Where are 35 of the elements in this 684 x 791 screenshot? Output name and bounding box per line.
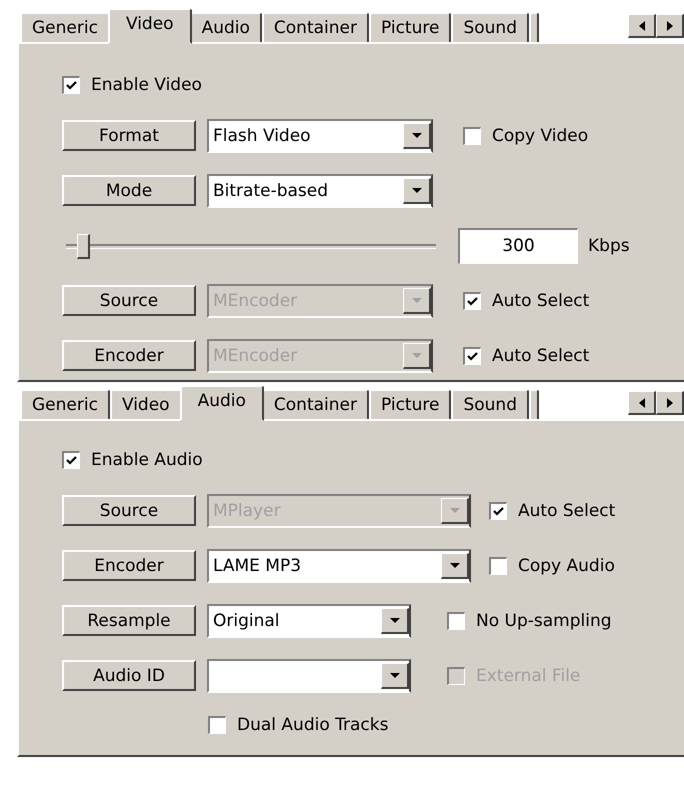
checkbox-label: Dual Audio Tracks xyxy=(237,715,388,735)
tab[interactable]: Audio xyxy=(180,385,264,421)
button[interactable]: Encoder xyxy=(62,550,196,581)
checkbox-label: No Up-sampling xyxy=(476,610,612,630)
checkbox-label: Auto Select xyxy=(492,346,590,366)
button[interactable]: Source xyxy=(62,285,196,316)
tab[interactable]: Generic xyxy=(20,12,110,42)
checkbox-label: Auto Select xyxy=(518,500,616,520)
tab[interactable]: Container xyxy=(262,12,369,42)
tab[interactable]: Picture xyxy=(368,389,452,419)
checkbox-label: Copy Audio xyxy=(518,556,615,576)
tab[interactable]: Video xyxy=(108,8,192,44)
checkbox-label: Enable Audio xyxy=(91,450,203,470)
tab[interactable]: Video xyxy=(110,389,182,419)
button[interactable]: Source xyxy=(62,495,196,526)
button[interactable]: Resample xyxy=(62,605,196,636)
tab[interactable]: Audio xyxy=(190,12,262,42)
checkbox-label: Enable Video xyxy=(91,75,202,95)
dropdown[interactable]: Flash Video xyxy=(207,118,433,152)
tab[interactable]: Sound xyxy=(451,389,529,419)
tab[interactable]: Picture xyxy=(368,12,452,42)
dropdown[interactable]: Bitrate-based xyxy=(207,174,433,208)
button[interactable]: Format xyxy=(62,120,196,151)
button[interactable]: Encoder xyxy=(62,340,196,371)
tab[interactable]: Container xyxy=(262,389,369,419)
bitrate-field[interactable]: 300 xyxy=(458,228,578,264)
button[interactable]: Audio ID xyxy=(62,660,196,691)
dropdown[interactable]: LAME MP3 xyxy=(207,548,471,582)
tab[interactable]: Sound xyxy=(451,12,529,42)
dropdown[interactable]: Original xyxy=(207,604,411,638)
checkbox-label: Auto Select xyxy=(492,290,590,310)
checkbox-label: Copy Video xyxy=(492,126,588,146)
unit-label: Kbps xyxy=(588,236,630,256)
button[interactable]: Mode xyxy=(62,175,196,206)
tab[interactable]: Generic xyxy=(20,389,110,419)
